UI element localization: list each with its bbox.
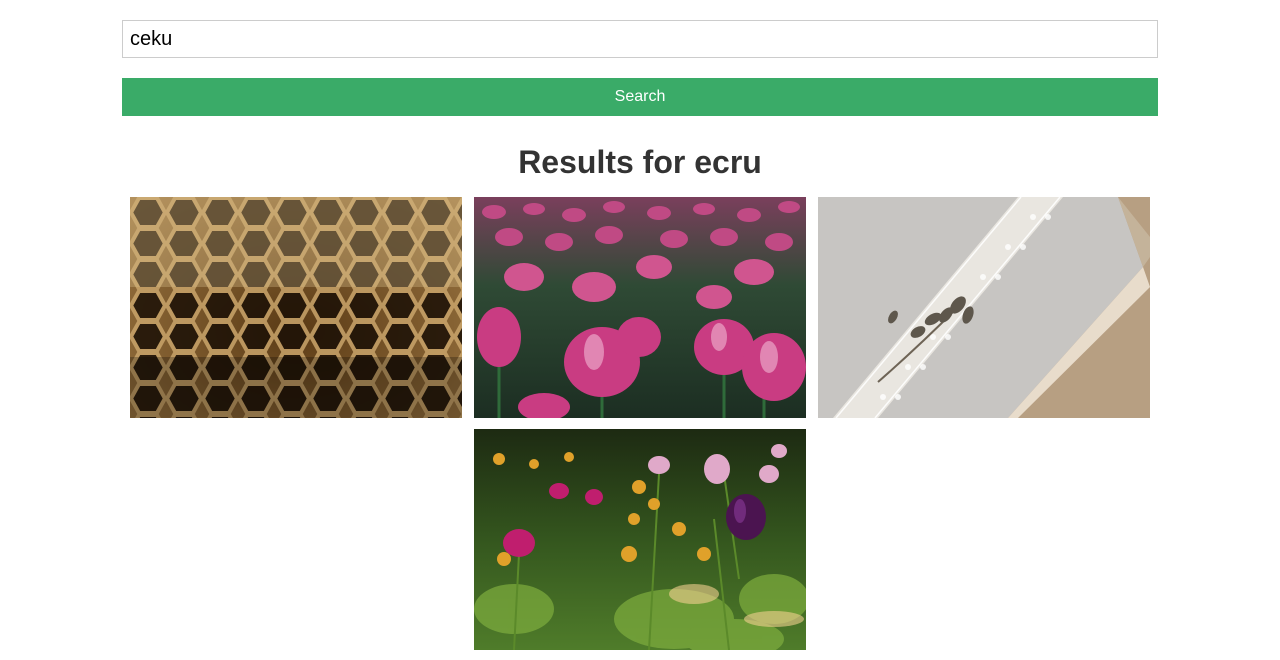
results-title: Results for ecru — [518, 144, 762, 180]
result-image-pink-tulips[interactable] — [474, 197, 806, 418]
wildflowers-tulips-photo — [474, 429, 806, 650]
search-input[interactable] — [122, 20, 1158, 58]
result-image-honeycomb[interactable] — [130, 197, 462, 418]
page: Search Results for ecru — [0, 0, 1280, 660]
result-image-linen-book[interactable] — [818, 197, 1150, 418]
honeycomb-photo — [130, 197, 462, 418]
results-grid — [122, 197, 1158, 650]
pink-tulips-photo — [474, 197, 806, 418]
search-button[interactable]: Search — [122, 78, 1158, 116]
result-image-wildflowers[interactable] — [474, 429, 806, 650]
linen-book-lace-photo — [818, 197, 1150, 418]
